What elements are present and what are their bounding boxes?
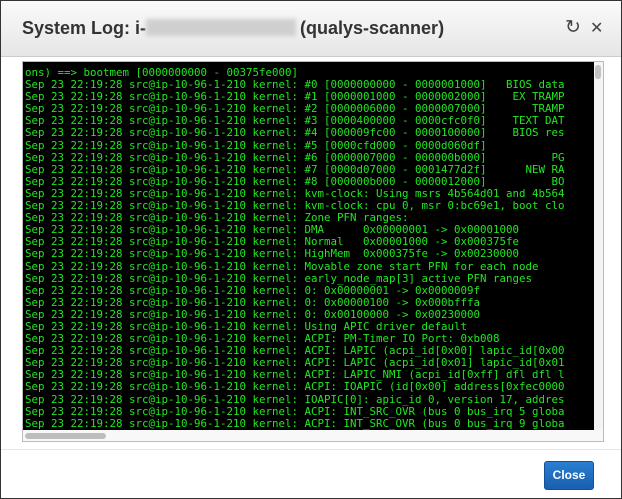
- title-suffix: (qualys-scanner): [300, 18, 445, 38]
- log-line: Sep 23 22:19:28 src@ip-10-96-1-210 kerne…: [25, 271, 533, 285]
- refresh-icon[interactable]: ↻: [565, 16, 581, 39]
- redacted-instance-id: [146, 19, 297, 36]
- close-button[interactable]: Close: [544, 461, 594, 490]
- log-line: Sep 23 22:19:28 src@ip-10-96-1-210 kerne…: [25, 416, 565, 430]
- log-line: Sep 23 22:19:28 src@ip-10-96-1-210 kerne…: [25, 283, 481, 297]
- log-line: Sep 23 22:19:28 src@ip-10-96-1-210 kerne…: [25, 259, 539, 273]
- vertical-scrollbar[interactable]: [594, 62, 603, 430]
- dialog-title: System Log: i- (qualys-scanner): [22, 18, 444, 39]
- system-log-dialog: System Log: i- (qualys-scanner) ↻ ✕ ons) …: [0, 0, 622, 499]
- dialog-header: System Log: i- (qualys-scanner) ↻ ✕: [1, 1, 621, 57]
- log-line: Sep 23 22:19:28 src@ip-10-96-1-210 kerne…: [25, 404, 565, 418]
- log-line: Sep 23 22:19:28 src@ip-10-96-1-210 kerne…: [25, 138, 487, 152]
- log-line: Sep 23 22:19:28 src@ip-10-96-1-210 kerne…: [25, 247, 520, 261]
- title-prefix: System Log: i-: [22, 18, 147, 38]
- log-line: Sep 23 22:19:28 src@ip-10-96-1-210 kerne…: [25, 150, 565, 164]
- vertical-scroll-thumb[interactable]: [595, 65, 601, 79]
- log-text: ons) ==> bootmem [0000000000 - 00375fe00…: [25, 66, 565, 441]
- log-console[interactable]: ons) ==> bootmem [0000000000 - 00375fe00…: [22, 61, 604, 442]
- log-line: Sep 23 22:19:28 src@ip-10-96-1-210 kerne…: [25, 126, 565, 140]
- close-icon[interactable]: ✕: [590, 18, 603, 38]
- footer-divider: [1, 449, 621, 450]
- log-line: Sep 23 22:19:28 src@ip-10-96-1-210 kerne…: [25, 392, 565, 406]
- log-line: Sep 23 22:19:28 src@ip-10-96-1-210 kerne…: [25, 380, 565, 394]
- horizontal-scroll-thumb[interactable]: [25, 433, 106, 439]
- horizontal-scrollbar[interactable]: [23, 430, 603, 441]
